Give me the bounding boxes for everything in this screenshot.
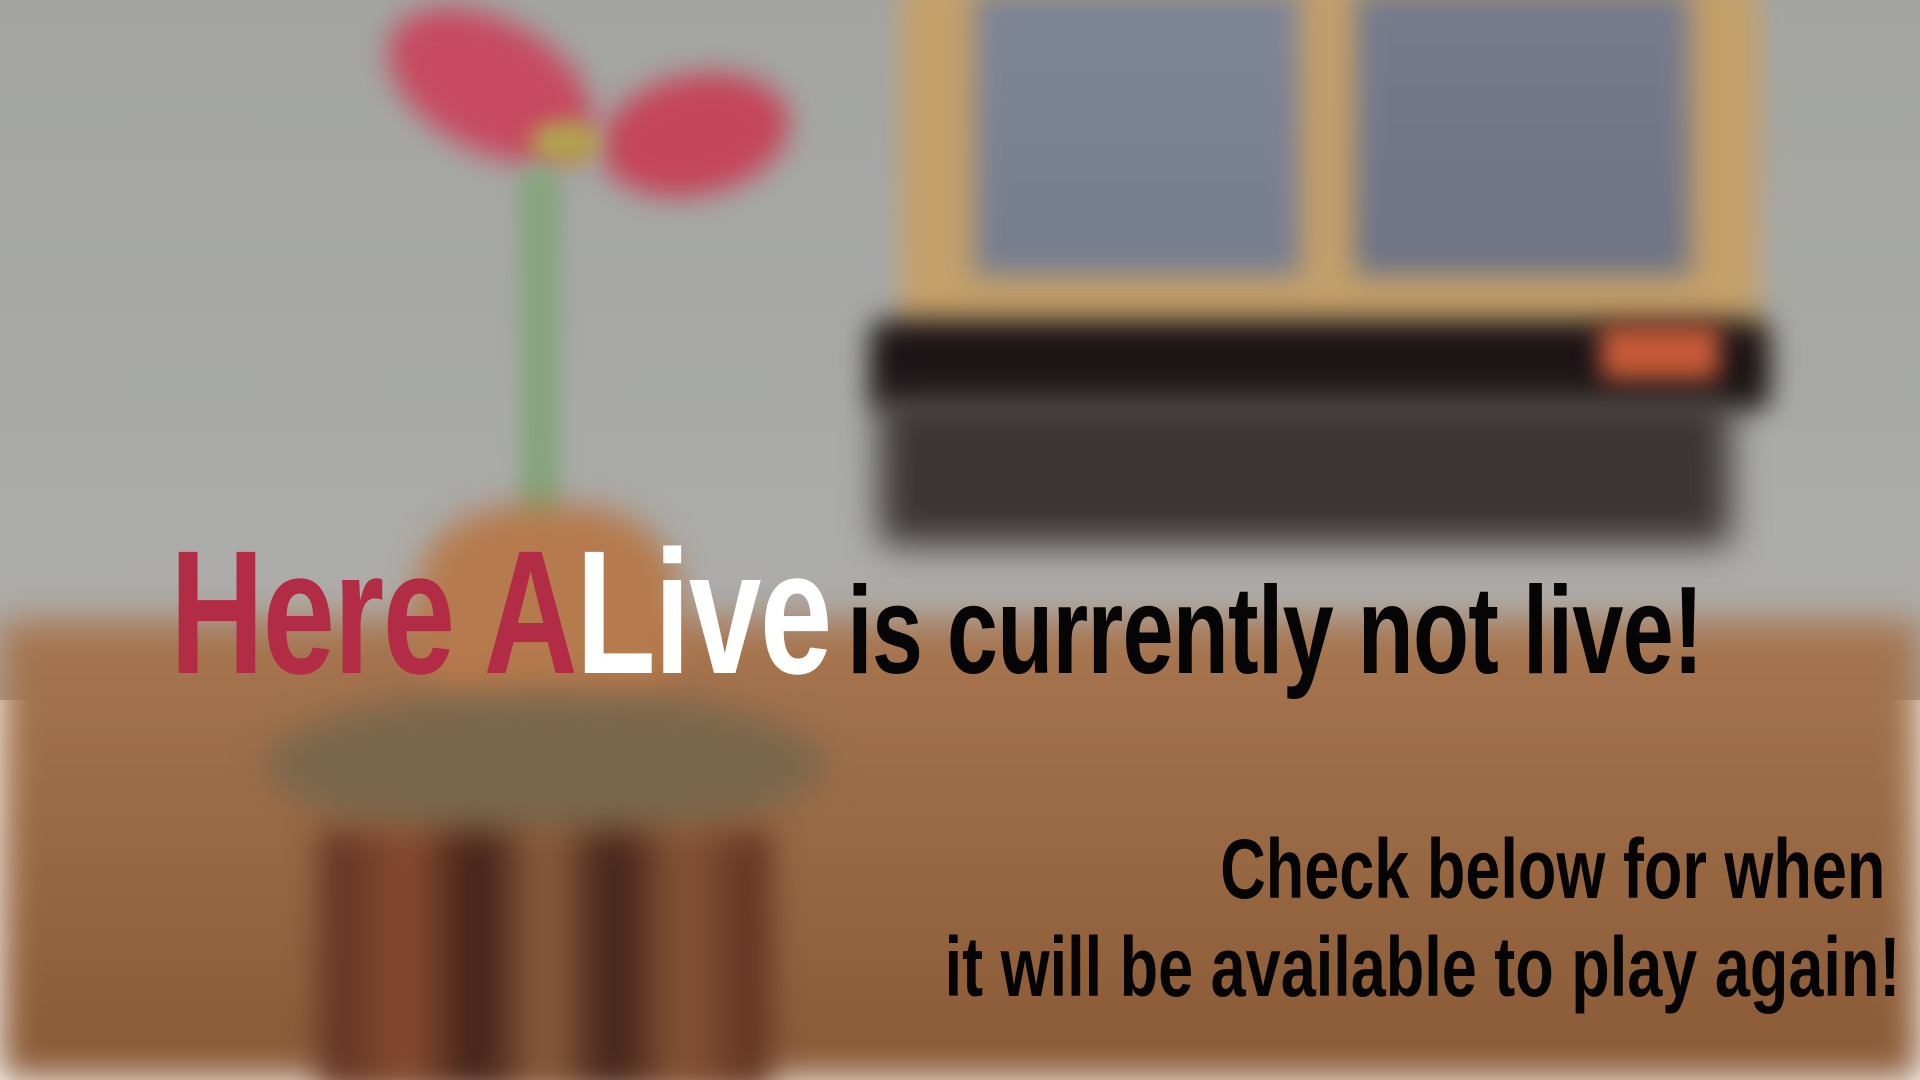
window-sill-front: [880, 395, 1730, 545]
game-title-here-a: Here A: [170, 515, 578, 711]
flower-stem: [520, 165, 560, 545]
window-pane-left: [975, 0, 1300, 275]
availability-message: Check below for when it will be availabl…: [944, 820, 1900, 1016]
side-table-legs: [320, 830, 770, 1080]
sill-ornament: [1600, 325, 1720, 380]
game-title-live: Live: [576, 515, 832, 711]
status-headline: Here ALive is currently not live!: [170, 515, 1704, 711]
flower-center: [530, 120, 600, 165]
window-pane-right: [1355, 0, 1690, 275]
availability-line-2: it will be available to play again!: [944, 920, 1900, 1014]
side-table-top: [265, 690, 825, 840]
status-text: is currently not live!: [847, 562, 1703, 700]
availability-line-1: Check below for when: [1219, 822, 1885, 916]
